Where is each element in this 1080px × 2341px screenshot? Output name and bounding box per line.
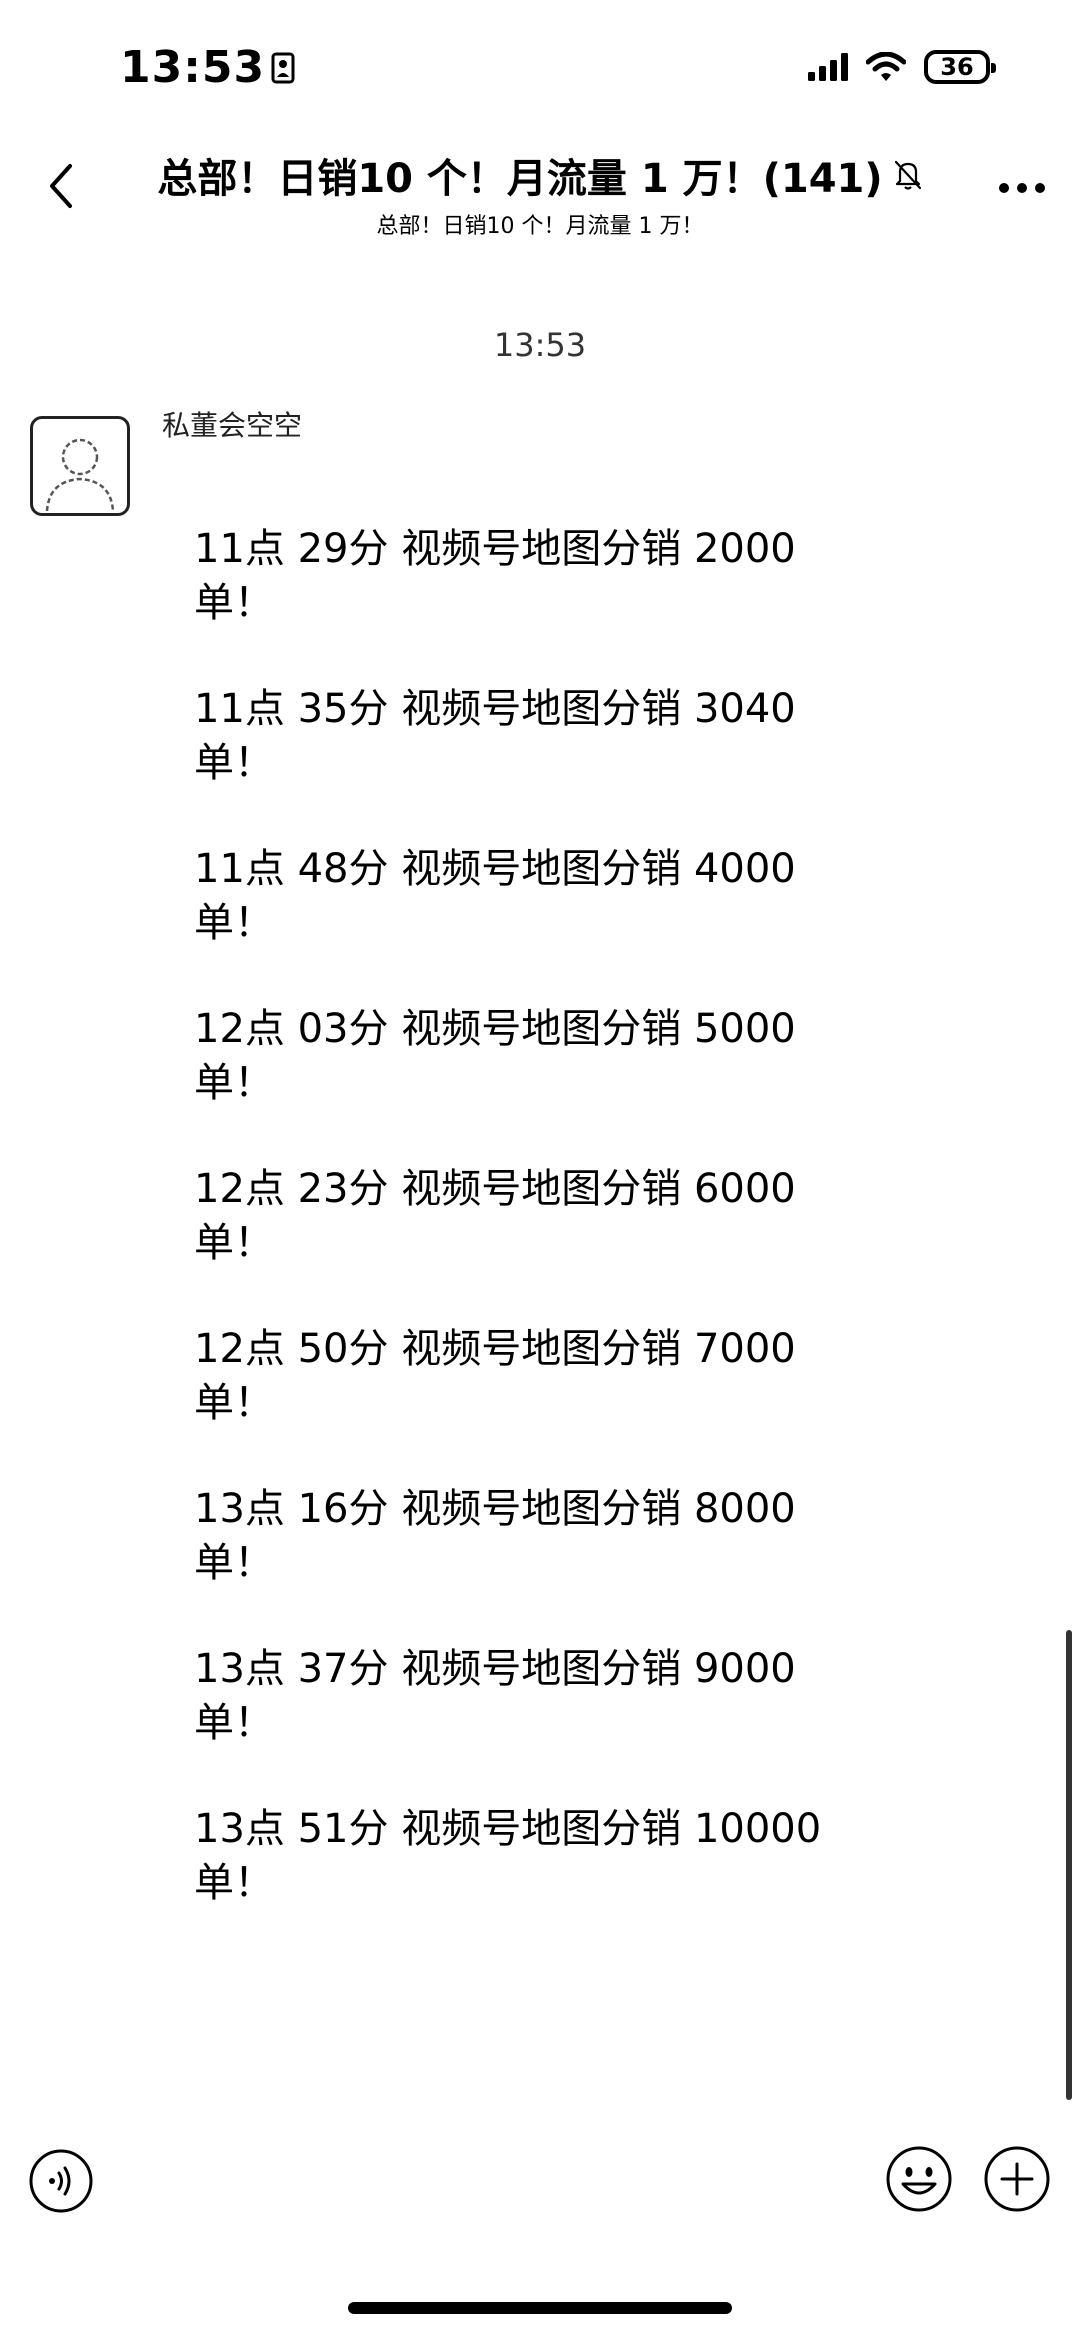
user-silhouette-icon	[45, 438, 115, 512]
sender-name: 私董会空空	[162, 409, 303, 442]
voice-input-button[interactable]	[28, 2148, 94, 2214]
message-line: 12点 23分 视频号地图分销 6000单！	[194, 1166, 796, 1266]
cellular-signal-icon	[808, 53, 848, 81]
message-line: 11点 48分 视频号地图分销 4000单！	[194, 846, 796, 946]
emoji-icon	[886, 2146, 952, 2212]
voice-icon	[29, 2149, 93, 2213]
battery-level: 36	[940, 53, 974, 81]
bell-slash-icon	[894, 160, 921, 190]
message-line: 12点 50分 视频号地图分销 7000单！	[194, 1326, 796, 1426]
back-button[interactable]	[30, 156, 90, 216]
focus-mode-icon	[271, 52, 295, 83]
chat-header: 总部！日销10 个！月流量 1 万！(141) 总部！日销10 个！月流量 1 …	[0, 130, 1080, 250]
message-line: 13点 51分 视频号地图分销 10000单！	[194, 1806, 822, 1906]
status-indicators: 36	[808, 50, 996, 84]
battery-indicator: 36	[924, 50, 996, 84]
status-time: 13:53	[120, 42, 295, 93]
status-bar: 13:53 36	[0, 0, 1080, 130]
message-bubble[interactable]: 11点 29分 视频号地图分销 2000单！ 11点 35分 视频号地图分销 3…	[194, 522, 894, 1962]
chat-title-area[interactable]: 总部！日销10 个！月流量 1 万！(141) 总部！日销10 个！月流量 1 …	[130, 146, 950, 240]
chat-title: 总部！日销10 个！月流量 1 万！(141)	[157, 156, 883, 202]
status-time-text: 13:53	[120, 42, 266, 93]
scrollbar[interactable]	[1066, 1630, 1072, 2100]
plus-circle-icon	[984, 2146, 1050, 2212]
message-line: 12点 03分 视频号地图分销 5000单！	[194, 1006, 796, 1106]
more-options-button[interactable]	[992, 168, 1052, 208]
message-timestamp: 13:53	[493, 326, 587, 364]
message-line: 11点 29分 视频号地图分销 2000单！	[194, 526, 796, 626]
more-dots-icon	[999, 183, 1045, 193]
avatar[interactable]	[30, 416, 130, 516]
message-line: 13点 16分 视频号地图分销 8000单！	[194, 1486, 796, 1586]
message-line: 13点 37分 视频号地图分销 9000单！	[194, 1646, 796, 1746]
message-line: 11点 35分 视频号地图分销 3040单！	[194, 686, 796, 786]
chevron-left-icon	[50, 164, 72, 208]
home-indicator[interactable]	[348, 2302, 732, 2314]
wifi-icon	[866, 52, 906, 81]
add-attachment-button[interactable]	[982, 2144, 1052, 2214]
chat-subtitle: 总部！日销10 个！月流量 1 万！	[376, 214, 704, 239]
emoji-button[interactable]	[884, 2144, 954, 2214]
